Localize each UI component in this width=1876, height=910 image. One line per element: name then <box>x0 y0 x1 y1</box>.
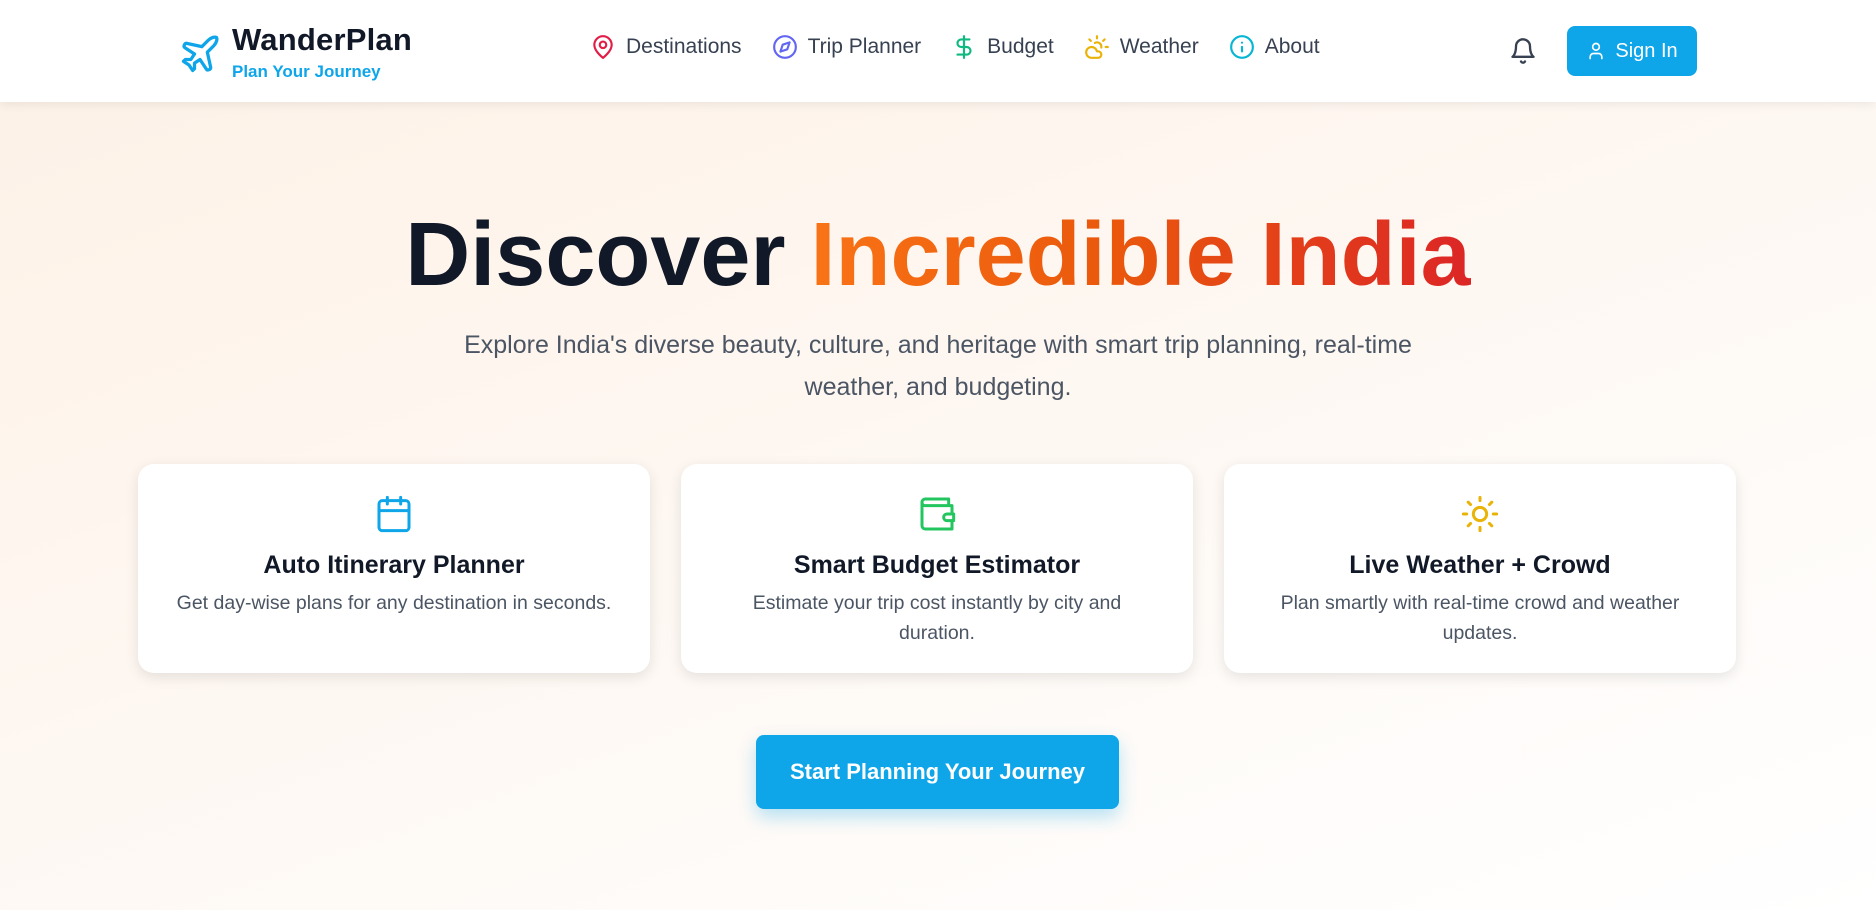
brand-name: WanderPlan <box>232 22 412 57</box>
wallet-icon <box>920 497 956 531</box>
compass-icon <box>772 35 797 59</box>
feature-description: Plan smartly with real-time crowd and we… <box>1280 592 1680 644</box>
sun-icon <box>1461 495 1499 533</box>
sign-in-label: Sign In <box>1615 39 1678 62</box>
nav-weather[interactable]: Weather <box>1084 34 1199 60</box>
nav-about-label: About <box>1264 35 1320 58</box>
nav-trip-planner-label: Trip Planner <box>807 35 922 58</box>
main-nav: Destinations Trip Planner Budget Weather… <box>590 34 1350 60</box>
sign-in-button[interactable]: Sign In <box>1567 26 1697 76</box>
nav-budget[interactable]: Budget <box>951 34 1054 60</box>
calendar-icon <box>377 495 411 533</box>
nav-about[interactable]: About <box>1229 34 1320 60</box>
start-planning-button[interactable]: Start Planning Your Journey <box>756 735 1119 809</box>
feature-card-budget: Smart Budget Estimator Estimate your tri… <box>681 464 1193 673</box>
hero-title-part1: Discover <box>405 205 786 305</box>
hero-title-highlight: Incredible India <box>810 205 1471 305</box>
nav-destinations-label: Destinations <box>626 35 742 58</box>
map-pin-icon <box>593 35 613 59</box>
nav-budget-label: Budget <box>987 35 1054 58</box>
top-navbar: WanderPlan Plan Your Journey Destination… <box>0 0 1876 102</box>
feature-description: Get day-wise plans for any destination i… <box>176 592 612 614</box>
bell-icon[interactable] <box>1509 37 1537 65</box>
dollar-icon <box>956 35 972 59</box>
feature-description: Estimate your trip cost instantly by cit… <box>752 592 1122 644</box>
hero-subtitle: Explore India's diverse beauty, culture,… <box>464 331 1412 401</box>
nav-weather-label: Weather <box>1119 35 1199 58</box>
nav-destinations[interactable]: Destinations <box>590 34 742 60</box>
plane-icon <box>181 35 219 73</box>
hero-title: Discover Incredible India <box>0 200 1876 310</box>
feature-card-weather: Live Weather + Crowd Plan smartly with r… <box>1224 464 1736 673</box>
feature-title: Auto Itinerary Planner <box>263 551 525 579</box>
feature-cards: Auto Itinerary Planner Get day-wise plan… <box>138 464 1767 673</box>
brand-logo[interactable]: WanderPlan Plan Your Journey <box>178 22 412 82</box>
brand-tagline: Plan Your Journey <box>232 62 381 81</box>
user-icon <box>1589 42 1604 60</box>
cloud-sun-icon <box>1084 35 1109 59</box>
feature-card-itinerary: Auto Itinerary Planner Get day-wise plan… <box>138 464 650 673</box>
feature-title: Live Weather + Crowd <box>1349 551 1611 579</box>
info-icon <box>1229 35 1254 59</box>
nav-trip-planner[interactable]: Trip Planner <box>772 34 922 60</box>
feature-title: Smart Budget Estimator <box>793 551 1081 579</box>
